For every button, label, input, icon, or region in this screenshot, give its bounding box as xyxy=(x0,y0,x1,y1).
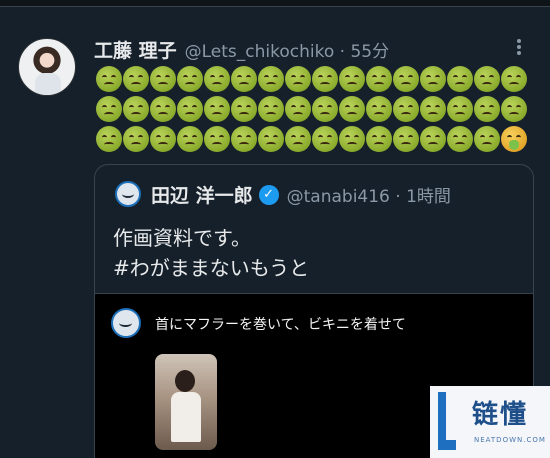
nauseated-face-icon xyxy=(204,96,230,122)
nauseated-face-icon xyxy=(123,96,149,122)
nauseated-face-icon xyxy=(447,126,473,152)
nauseated-face-icon xyxy=(285,126,311,152)
tweet-emoji-text xyxy=(96,64,536,154)
nauseated-face-icon xyxy=(96,96,122,122)
nauseated-face-icon xyxy=(501,96,527,122)
nauseated-face-icon xyxy=(177,126,203,152)
nauseated-face-icon xyxy=(96,66,122,92)
watermark-text: 链懂 xyxy=(472,400,529,430)
nauseated-face-icon xyxy=(150,126,176,152)
nauseated-face-icon xyxy=(312,66,338,92)
nauseated-face-icon xyxy=(312,96,338,122)
quoted-text-line: 作画資料です。 xyxy=(113,226,251,250)
hashtag-link[interactable]: #わがままないもうと xyxy=(113,253,309,283)
nauseated-face-icon xyxy=(393,96,419,122)
watermark-mark-icon xyxy=(438,392,456,450)
nauseated-face-icon xyxy=(501,66,527,92)
nauseated-face-icon xyxy=(420,66,446,92)
nauseated-face-icon xyxy=(366,96,392,122)
quoted-header: 田辺 洋一郎 ✓ @tanabi416 · 1時間 xyxy=(151,181,451,208)
nauseated-face-icon xyxy=(339,66,365,92)
nauseated-face-icon xyxy=(366,126,392,152)
media-photo[interactable] xyxy=(155,354,217,450)
nauseated-face-icon xyxy=(96,126,122,152)
verified-badge-icon: ✓ xyxy=(258,184,279,205)
nauseated-face-icon xyxy=(312,126,338,152)
nauseated-face-icon xyxy=(339,96,365,122)
nauseated-face-icon xyxy=(231,66,257,92)
nauseated-face-icon xyxy=(150,66,176,92)
emoji-row xyxy=(96,94,536,124)
nauseated-face-icon xyxy=(474,126,500,152)
emoji-row xyxy=(96,64,536,94)
nauseated-face-icon xyxy=(285,66,311,92)
tweet-header: 工藤 理子 @Lets_chikochiko · 55分 xyxy=(94,36,389,63)
nauseated-face-icon xyxy=(231,126,257,152)
nauseated-face-icon xyxy=(123,66,149,92)
quoted-display-name[interactable]: 田辺 洋一郎 xyxy=(151,181,253,208)
nauseated-face-icon xyxy=(447,66,473,92)
nauseated-face-icon xyxy=(339,126,365,152)
nauseated-face-icon xyxy=(204,126,230,152)
nauseated-face-icon xyxy=(447,96,473,122)
watermark-logo: 链懂 NEATDOWN.COM xyxy=(430,386,550,458)
emoji-row xyxy=(96,124,536,154)
quoted-handle-time[interactable]: @tanabi416 · 1時間 xyxy=(287,182,451,207)
nauseated-face-icon xyxy=(474,66,500,92)
nauseated-face-icon xyxy=(420,96,446,122)
quoted-text: 作画資料です。 #わがままないもうと xyxy=(113,223,309,283)
watermark-domain: NEATDOWN.COM xyxy=(474,436,546,444)
display-name[interactable]: 工藤 理子 xyxy=(94,36,177,63)
nauseated-face-icon xyxy=(258,66,284,92)
media-avatar xyxy=(111,308,141,338)
nauseated-face-icon xyxy=(420,126,446,152)
nauseated-face-icon xyxy=(258,126,284,152)
avatar[interactable] xyxy=(18,38,76,96)
nauseated-face-icon xyxy=(366,66,392,92)
nauseated-face-icon xyxy=(393,66,419,92)
vomiting-face-icon xyxy=(501,126,527,152)
handle-time[interactable]: @Lets_chikochiko · 55分 xyxy=(185,37,389,62)
nauseated-face-icon xyxy=(177,66,203,92)
nauseated-face-icon xyxy=(150,96,176,122)
divider xyxy=(0,6,550,7)
quoted-avatar[interactable] xyxy=(115,181,141,207)
nauseated-face-icon xyxy=(231,96,257,122)
nauseated-face-icon xyxy=(204,66,230,92)
media-caption: 首にマフラーを巻いて、ビキニを着せて xyxy=(155,317,406,333)
nauseated-face-icon xyxy=(258,96,284,122)
nauseated-face-icon xyxy=(474,96,500,122)
nauseated-face-icon xyxy=(123,126,149,152)
more-options-icon[interactable] xyxy=(512,36,526,58)
nauseated-face-icon xyxy=(285,96,311,122)
nauseated-face-icon xyxy=(393,126,419,152)
nauseated-face-icon xyxy=(177,96,203,122)
